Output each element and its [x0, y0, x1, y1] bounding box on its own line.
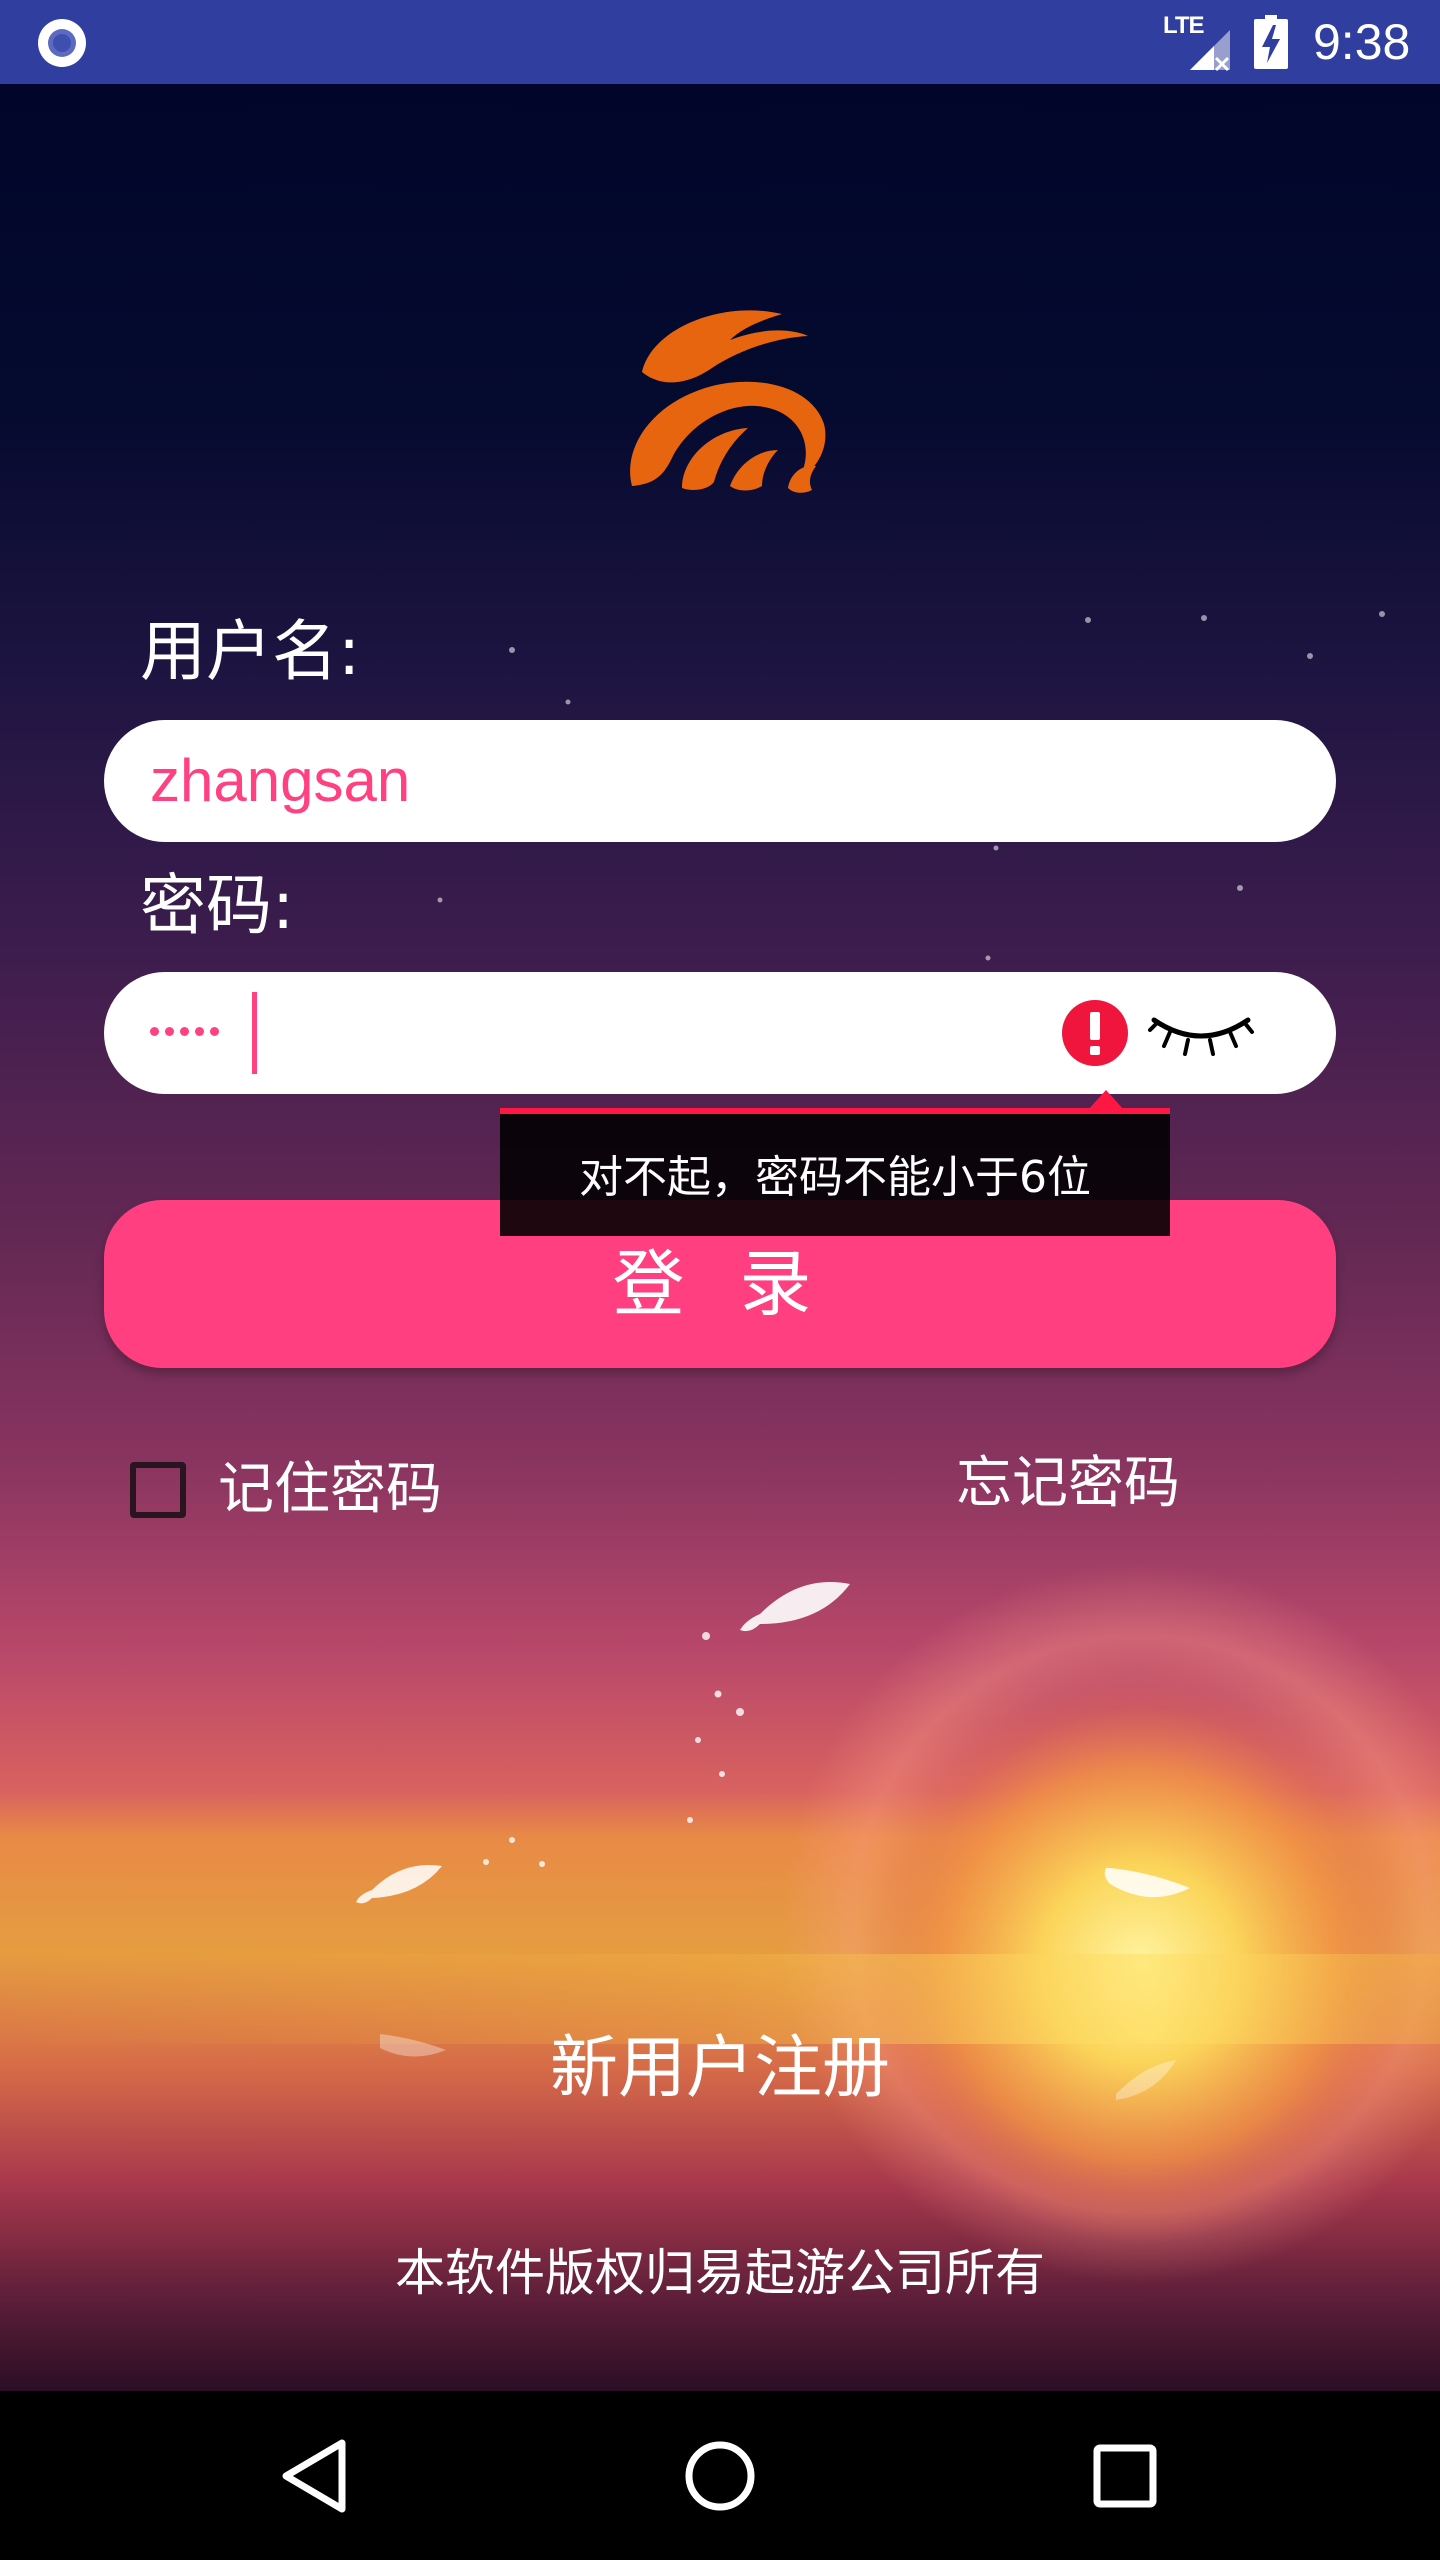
password-dot [210, 1026, 219, 1036]
remember-password-checkbox[interactable] [130, 1462, 186, 1518]
eye-closed-icon[interactable] [1148, 1010, 1254, 1056]
login-button-label: 登 录 [612, 1242, 828, 1326]
error-message: 对不起，密码不能小于6位 [579, 1152, 1091, 1203]
copyright-text: 本软件版权归易起游公司所有 [395, 2244, 1045, 2302]
password-masked-value [150, 996, 219, 1066]
status-bar: LTE 9:38 [0, 0, 1440, 84]
login-screen: LTE 9:38 用户名: zhangsan 密码: 对不起，密码不能小于6位 … [0, 0, 1440, 2560]
signal-lte-icon [1190, 30, 1230, 72]
password-dot [180, 1026, 189, 1036]
username-input[interactable]: zhangsan [104, 720, 1336, 842]
register-link[interactable]: 新用户注册 [0, 2024, 1440, 2114]
error-popup: 对不起，密码不能小于6位 [500, 1108, 1170, 1236]
remember-password-label[interactable]: 记住密码 [218, 1452, 442, 1528]
password-label: 密码: [140, 867, 295, 944]
password-dot [165, 1026, 174, 1036]
username-label: 用户名: [140, 613, 361, 690]
error-icon [1062, 1000, 1128, 1066]
back-icon[interactable] [272, 2431, 362, 2521]
password-input[interactable] [104, 972, 1336, 1094]
rabbit-logo-icon [630, 310, 826, 493]
error-popup-pointer [1088, 1090, 1124, 1110]
recent-apps-icon[interactable] [1080, 2431, 1170, 2521]
password-dot [195, 1026, 204, 1036]
forgot-password-link[interactable]: 忘记密码 [956, 1446, 1180, 1522]
username-value: zhangsan [150, 747, 411, 814]
navigation-bar [0, 2391, 1440, 2560]
home-icon[interactable] [675, 2431, 765, 2521]
battery-charging-icon [1254, 15, 1288, 69]
app-notification-icon [38, 19, 86, 67]
clock: 9:38 [1313, 14, 1411, 70]
password-dot [150, 1026, 159, 1036]
text-cursor [252, 992, 257, 1074]
